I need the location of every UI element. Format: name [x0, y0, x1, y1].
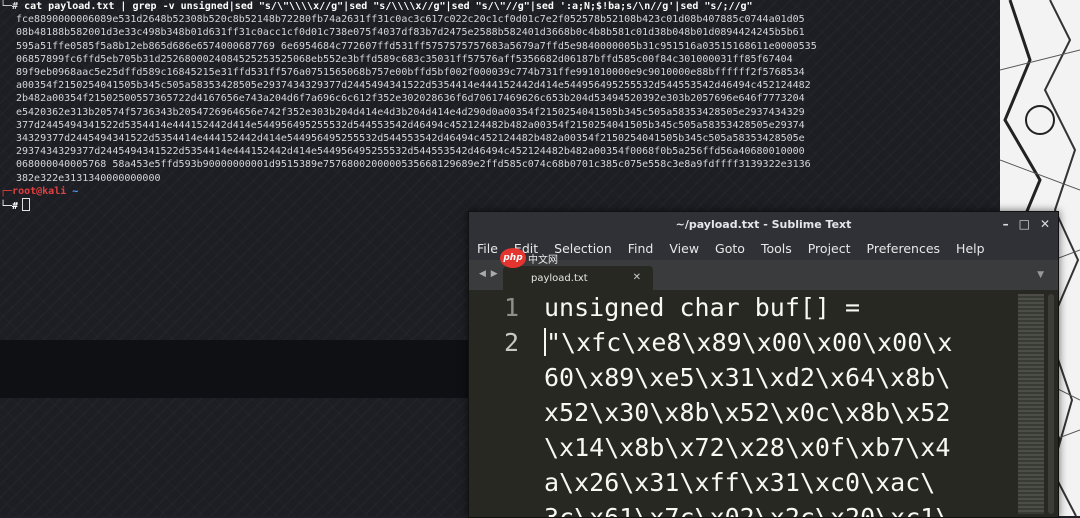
code-line-current: "\xfc\xe8\x89\x00\x00\x00\x [544, 325, 1014, 360]
command-text: cat payload.txt | grep -v unsigned|sed "… [24, 1, 753, 12]
code-line: a\x26\x31\xff\x31\xc0\xac\ [544, 468, 936, 497]
tab-payload[interactable]: payload.txt ✕ [503, 266, 653, 290]
prompt-corner-icon: └─# [0, 201, 19, 213]
prompt-corner-icon: └─# [0, 1, 25, 12]
menu-find[interactable]: Find [620, 241, 662, 256]
output-line: a00354f2150254041505b345c505a58353428505… [16, 80, 811, 92]
desktop-band [0, 340, 470, 398]
menu-preferences[interactable]: Preferences [859, 241, 949, 256]
code-line: 60\x89\xe5\x31\xd2\x64\x8b\ [544, 363, 951, 392]
command-line: └─# cat payload.txt | grep -v unsigned|s… [0, 0, 1000, 13]
prompt-line: ┌─root@kali ~ [0, 185, 1000, 198]
output-line: 08b48188b582001d3e33c498b348b01d631ff31c… [16, 27, 805, 39]
output-line: 2b482a00354f21502500557365722d4167656e74… [16, 93, 805, 105]
tab-dropdown-icon[interactable]: ▼ [1037, 270, 1044, 280]
window-titlebar[interactable]: ~/payload.txt - Sublime Text – □ ✕ [469, 212, 1058, 236]
php-logo-icon: php [500, 248, 526, 268]
tab-nav-arrows-icon[interactable]: ◀ ▶ [479, 269, 499, 279]
output-line: 595a51ffe0585f5a8b12eb865d686e6574000687… [16, 40, 817, 52]
code-line-text: "\xfc\xe8\x89\x00\x00\x00\x [546, 328, 953, 357]
menu-view[interactable]: View [661, 241, 707, 256]
code-line: unsigned char buf[] = [544, 293, 861, 322]
prompt-corner-icon: ┌─ [0, 185, 13, 197]
line-number: 2 [503, 328, 519, 357]
output-line: fce8890000006089e531d2648b52308b520c8b52… [16, 14, 805, 26]
output-line: 89f9eb0968aac5e25dffd589c16845215e31ffd5… [16, 67, 805, 79]
text-cursor [22, 198, 31, 212]
output-line: 2937434329377d2445494341522d5354414e4441… [16, 146, 805, 158]
code-line: 3c\x61\x7c\x02\x2c\x20\xc1\ [544, 500, 1014, 517]
output-line: 377d2445494341522d5354414e444152442d414e… [16, 119, 805, 131]
line-number: 1 [503, 293, 519, 322]
close-icon[interactable]: ✕ [1040, 217, 1050, 231]
watermark-logo: php 中文网 [500, 248, 558, 268]
menu-goto[interactable]: Goto [707, 241, 753, 256]
minimap[interactable] [1018, 294, 1044, 514]
prompt-user: root@kali [12, 185, 67, 197]
output-line: 382e322e3131340000000000 [16, 172, 161, 184]
menu-help[interactable]: Help [948, 241, 993, 256]
code-line: x52\x30\x8b\x52\x0c\x8b\x52 [544, 398, 951, 427]
menu-project[interactable]: Project [800, 241, 859, 256]
window-controls: – □ ✕ [1003, 217, 1050, 231]
output-line: 34329377d2445494341522d5354414e444152442… [16, 133, 805, 145]
line-gutter: 1 2 [469, 290, 533, 517]
output-line: e5420362e313b20574f5736343b2054726964656… [16, 106, 805, 118]
code-text[interactable]: unsigned char buf[] = "\xfc\xe8\x89\x00\… [544, 290, 1014, 517]
tab-label: payload.txt [531, 272, 588, 284]
menu-tools[interactable]: Tools [753, 241, 800, 256]
vertical-scrollbar[interactable] [1048, 294, 1054, 514]
output-line: 06857899fc6ffd5eb705b31d2526800024084525… [16, 53, 793, 65]
code-line: \x14\x8b\x72\x28\x0f\xb7\x4 [544, 433, 951, 462]
watermark-text: 中文网 [528, 254, 558, 266]
minimize-icon[interactable]: – [1003, 217, 1009, 231]
tab-close-icon[interactable]: ✕ [633, 272, 641, 283]
maximize-icon[interactable]: □ [1019, 217, 1030, 231]
prompt-path: ~ [72, 185, 79, 197]
window-title: ~/payload.txt - Sublime Text [675, 217, 852, 231]
editor-area[interactable]: 1 2 unsigned char buf[] = "\xfc\xe8\x89\… [469, 290, 1058, 517]
output-line: 068000040005768 58a453e5ffd593b900000000… [16, 159, 811, 171]
